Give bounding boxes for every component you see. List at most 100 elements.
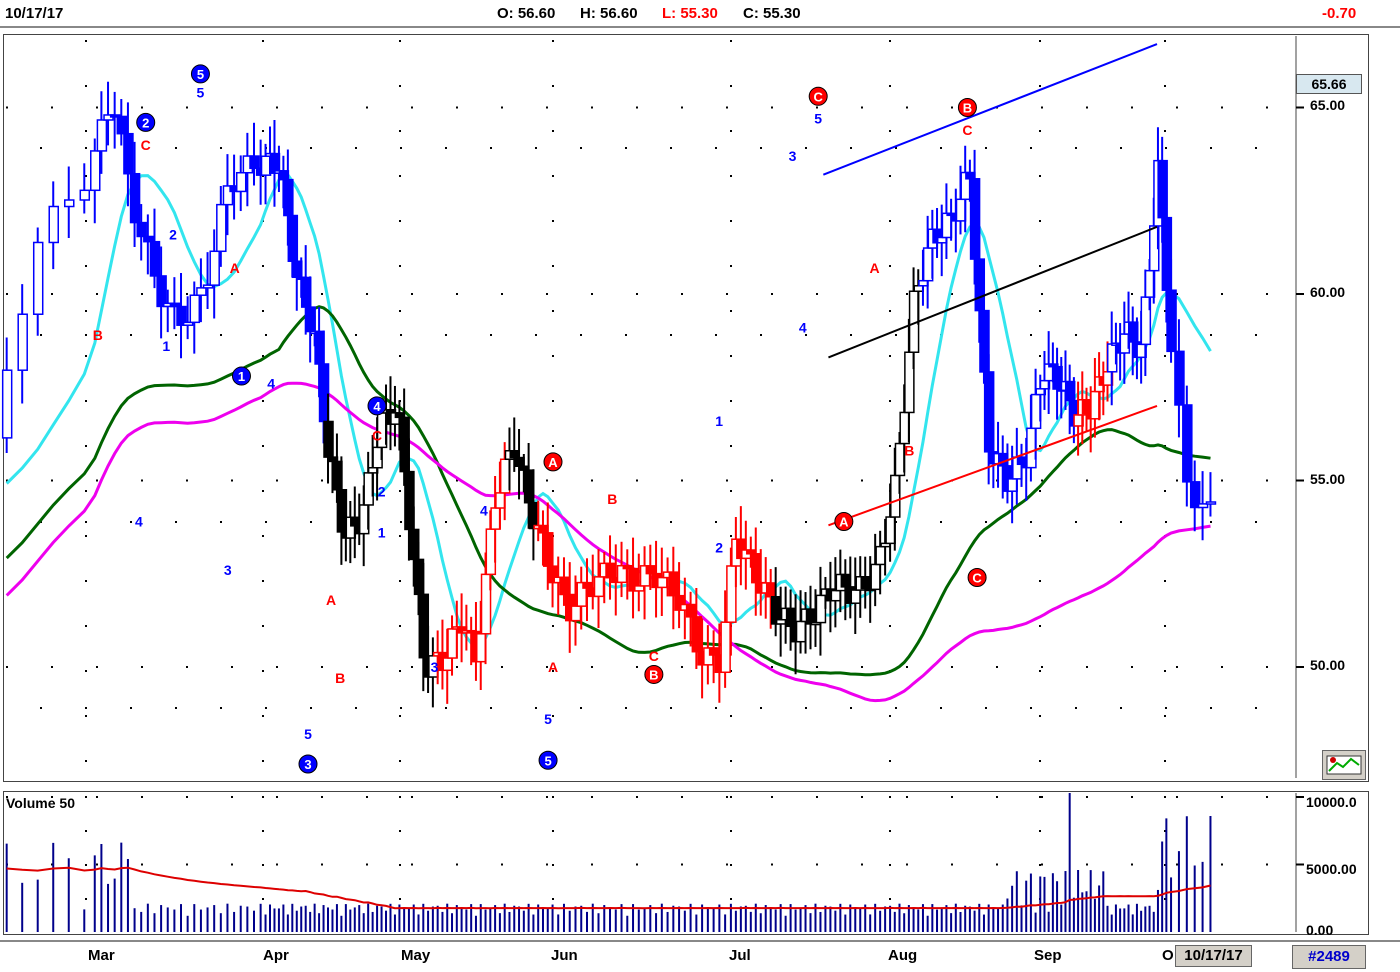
- wave-label-6: 2: [142, 115, 149, 130]
- trendline-black: [828, 225, 1158, 359]
- candle-body-197: [1030, 393, 1042, 430]
- month-jul: Jul: [729, 947, 751, 964]
- candle-body-101: [538, 524, 549, 534]
- wave-label-40: C: [972, 570, 982, 585]
- month-may: May: [401, 947, 431, 964]
- candle-body-150: [805, 608, 817, 625]
- candle-body-102: [543, 532, 554, 567]
- wave-label-23: 5: [544, 753, 551, 768]
- wave-label-18: 2: [378, 484, 386, 500]
- candle-body-23: [143, 235, 154, 243]
- candle-body-184: [969, 178, 981, 260]
- wave-label-39: C: [962, 122, 972, 138]
- vol-tick-0: 0.00: [1306, 922, 1334, 938]
- month-jun: Jun: [551, 947, 578, 964]
- candle-body-33: [209, 250, 220, 286]
- candle-body-164: [875, 545, 886, 566]
- candle-body-229: [1166, 289, 1177, 353]
- candle-body-75: [413, 558, 425, 596]
- candle-body-166: [885, 516, 896, 545]
- month-sep: Sep: [1034, 947, 1062, 964]
- wave-label-28: B: [649, 667, 658, 682]
- candle-body-24: [149, 240, 161, 277]
- y-tick-65: 65.00: [1310, 97, 1346, 113]
- candle-body-142: [765, 582, 777, 598]
- wave-label-8: 2: [169, 226, 177, 242]
- candle-body-39: [249, 155, 260, 170]
- wave-label-17: C: [372, 428, 382, 444]
- candle-body-88: [475, 633, 487, 663]
- last-price-box: 65.66: [1296, 74, 1362, 94]
- candle-body-124: [668, 571, 680, 597]
- candle-body-127: [685, 603, 697, 618]
- wave-label-1: 5: [197, 85, 205, 101]
- candle-body-177: [936, 236, 948, 244]
- candle-body-230: [1174, 350, 1185, 406]
- candle-body-14: [79, 189, 91, 201]
- wave-label-21: 4: [480, 502, 488, 518]
- candle-body-157: [840, 573, 852, 588]
- wave-label-36: A: [839, 515, 849, 530]
- candle-body-109: [582, 581, 593, 589]
- wave-label-26: B: [607, 491, 617, 507]
- wave-label-4: B: [93, 327, 103, 343]
- candle-body-185: [974, 258, 986, 312]
- candle-body-107: [570, 605, 582, 622]
- candle-body-163: [870, 563, 881, 591]
- wave-label-37: B: [904, 443, 914, 459]
- wave-label-22: 5: [544, 711, 552, 727]
- wave-label-35: A: [870, 260, 880, 276]
- candle-body-133: [720, 621, 731, 674]
- candles: [1, 81, 1217, 708]
- candle-body-228: [1161, 216, 1173, 291]
- candle-body-22: [136, 221, 147, 238]
- candle-body-183: [965, 171, 976, 180]
- wave-label-2: 4: [135, 514, 143, 530]
- candle-body-161: [860, 576, 871, 590]
- candle-body-234: [1205, 501, 1217, 505]
- candle-body-139: [751, 553, 762, 584]
- candle-body-186: [979, 309, 990, 373]
- candle-body-231: [1182, 404, 1193, 483]
- vol-tick-10000: 10000.0: [1306, 794, 1357, 810]
- wave-label-34: C: [813, 89, 823, 104]
- candle-body-96: [514, 456, 525, 467]
- candle-body-82: [447, 628, 458, 659]
- wave-label-16: 4: [373, 399, 381, 414]
- candle-body-134: [726, 565, 737, 623]
- vol-tick-5000: 5000.00: [1306, 861, 1357, 877]
- candle-body-74: [408, 528, 420, 561]
- footer-count-box: #2489: [1292, 945, 1366, 969]
- candle-body-73: [404, 470, 415, 531]
- candle-body-25: [156, 275, 167, 308]
- candle-body-187: [983, 371, 995, 453]
- volume-bars: [5, 792, 1212, 932]
- candle-body-19: [116, 115, 128, 135]
- candle-body-173: [918, 279, 929, 287]
- month-mar: Mar: [88, 947, 115, 964]
- candle-body-95: [509, 450, 521, 459]
- candle-body-11: [32, 241, 44, 315]
- y-tick-55: 55.00: [1310, 471, 1346, 487]
- trendline-blue: [822, 43, 1158, 176]
- candle-body-92: [495, 492, 506, 509]
- candle-body-10: [17, 313, 28, 371]
- y-tick-50: 50.00: [1310, 657, 1346, 673]
- candle-body-37: [235, 171, 247, 193]
- candle-body-167: [890, 474, 901, 518]
- month-aug: Aug: [888, 947, 918, 964]
- candle-body-168: [894, 442, 906, 477]
- footer-date-box: 10/17/17: [1175, 945, 1252, 967]
- candle-body-13: [64, 199, 75, 208]
- candle-body-98: [523, 469, 535, 504]
- candle-body-131: [708, 647, 720, 656]
- candle-body-178: [941, 212, 953, 239]
- candle-body-174: [922, 247, 934, 282]
- candle-body-21: [129, 172, 141, 224]
- candle-body-15: [90, 150, 101, 192]
- wave-label-24: A: [548, 455, 558, 470]
- candle-body-89: [480, 573, 492, 635]
- chart-settings-icon[interactable]: [1322, 750, 1366, 780]
- candle-body-111: [593, 576, 605, 598]
- candle-body-146: [785, 607, 797, 628]
